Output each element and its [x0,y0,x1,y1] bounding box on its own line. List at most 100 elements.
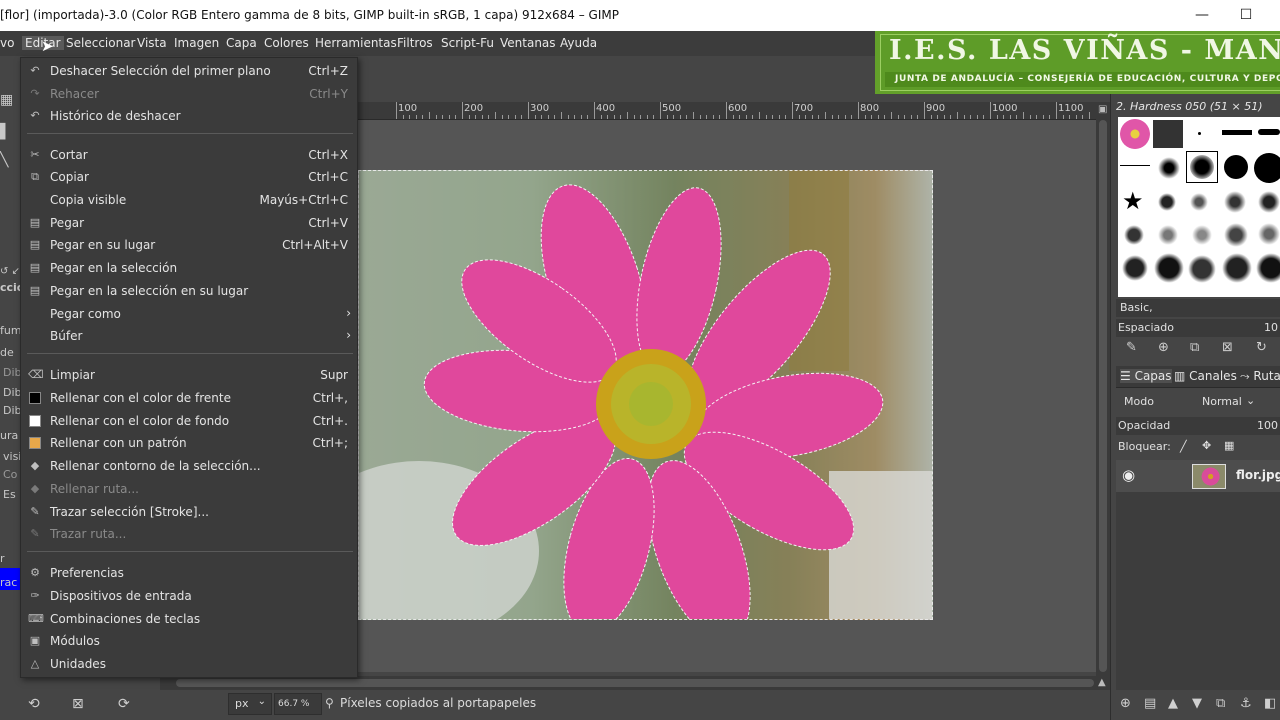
navigate-arrow-icon[interactable]: ▲ [1098,677,1106,688]
opacity-slider[interactable]: Opacidad 100 [1116,417,1280,435]
brush-hard-large[interactable] [1254,153,1280,183]
horizontal-scrollbar[interactable] [160,676,1096,690]
brush-block-round[interactable] [1258,129,1280,135]
duplicate-layer-icon[interactable]: ⧉ [1216,696,1225,711]
maximize-icon[interactable]: ☐ [1234,4,1258,26]
tool-icon[interactable]: ▌ [0,124,11,140]
brush-texture-round[interactable] [1188,255,1216,283]
vertical-scroll-thumb[interactable] [1099,120,1107,672]
brush-preset-field[interactable]: Basic, [1116,299,1280,317]
raise-layer-icon[interactable]: ▲ [1168,696,1178,711]
menu-filtros[interactable]: Filtros [397,36,433,50]
brush-chalk[interactable] [1224,223,1248,247]
menu-item-paste-into-selection-in-place[interactable]: ▤ Pegar en la selección en su lugar [21,280,357,302]
menu-item-paste[interactable]: ▤ Pegar Ctrl+V [21,212,357,234]
menu-capa[interactable]: Capa [226,36,257,50]
menu-item-fill-bg[interactable]: Rellenar con el color de fondo Ctrl+. [21,410,357,432]
tab-rutas[interactable]: ⤳ Rutas [1240,369,1280,384]
menu-vista[interactable]: Vista [137,36,167,50]
menu-item-buffer[interactable]: Búfer › [21,325,357,347]
menu-item-undo[interactable]: ↶ Deshacer Selección del primer plano Ctrl… [21,60,357,82]
brush-chalk[interactable] [1258,223,1280,245]
lock-alpha-icon[interactable]: ▦ [1224,439,1234,452]
menu-item-paste-into-selection[interactable]: ▤ Pegar en la selección [21,257,357,279]
menu-ventanas[interactable]: Ventanas [500,36,556,50]
brush-splatter[interactable] [1224,191,1246,213]
brush-chalk[interactable] [1124,225,1144,245]
new-brush-icon[interactable]: ⊕ [1158,340,1169,355]
menu-item-paste-in-place[interactable]: ▤ Pegar en su lugar Ctrl+Alt+V [21,234,357,256]
menu-item-input-devices[interactable]: ✑ Dispositivos de entrada [21,585,357,607]
duplicate-brush-icon[interactable]: ⧉ [1190,340,1199,355]
brush-hard[interactable] [1224,155,1248,179]
new-layer-icon[interactable]: ⊕ [1120,696,1131,711]
menu-archivo[interactable]: vo [0,36,14,50]
tab-capas[interactable]: ☰ Capas [1120,369,1172,383]
brush-splatter[interactable] [1158,193,1176,211]
mode-select[interactable]: Normal [1202,395,1242,408]
menu-item-preferences[interactable]: ⚙ Preferencias [21,562,357,584]
tool-options-tab[interactable]: ↺ ↙ [0,266,20,277]
menu-item-stroke-path[interactable]: ✎ Trazar ruta... [21,523,357,545]
horizontal-scroll-thumb[interactable] [176,679,1094,687]
lower-layer-icon[interactable]: ▼ [1192,696,1202,711]
brush-splatter[interactable] [1190,193,1208,211]
lock-position-icon[interactable]: ✥ [1202,439,1211,452]
brush-pixel[interactable] [1198,132,1201,135]
mask-icon[interactable]: ◧ [1264,696,1276,711]
brush-texture-round[interactable] [1222,253,1252,283]
menu-item-fill-fg[interactable]: Rellenar con el color de frente Ctrl+, [21,387,357,409]
refresh-brushes-icon[interactable]: ↻ [1256,340,1267,355]
menu-item-fill-path[interactable]: ◆ Rellenar ruta... [21,478,357,500]
menu-script-fu[interactable]: Script-Fu [441,36,494,50]
new-layer-group-icon[interactable]: ▤ [1144,696,1156,711]
reset-icon[interactable]: ⟲ [28,696,40,712]
menu-item-copy[interactable]: ⧉ Copiar Ctrl+C [21,166,357,188]
zoom-select[interactable]: 66.7 % [274,693,322,715]
layer-row[interactable]: ◉ flor.jpg [1116,460,1280,492]
brush-splatter[interactable] [1258,191,1280,213]
menu-item-fill-pattern[interactable]: Rellenar con un patrón Ctrl+; [21,432,357,454]
tool-icon[interactable]: ╲ [0,152,8,168]
eye-icon[interactable]: ◉ [1122,466,1135,484]
tab-canales[interactable]: ▥ Canales [1174,369,1237,383]
brush-grid[interactable]: ★ [1118,117,1280,297]
menu-item-keyboard-shortcuts[interactable]: ⌨ Combinaciones de teclas [21,608,357,630]
anchor-layer-icon[interactable]: ⚓ [1240,696,1252,711]
brush-pepper[interactable] [1120,119,1150,149]
menu-item-stroke-selection[interactable]: ✎ Trazar selección [Stroke]... [21,501,357,523]
menu-ayuda[interactable]: Ayuda [560,36,597,50]
minimize-icon[interactable]: — [1190,4,1214,26]
tool-icon[interactable]: ▦ [0,92,13,108]
navigate-icon[interactable]: ▣ [1098,104,1107,115]
horizontal-ruler[interactable]: 100 200 300 400 500 600 700 800 900 1000… [358,102,1097,120]
spacing-slider[interactable]: Espaciado 10 [1116,319,1280,337]
menu-item-redo[interactable]: ↷ Rehacer Ctrl+Y [21,83,357,105]
lock-pixels-icon[interactable]: ╱ [1180,440,1187,453]
menu-item-units[interactable]: △ Unidades [21,653,357,675]
flower-image[interactable] [358,170,933,620]
brush-soft[interactable] [1158,157,1180,179]
menu-item-paste-as[interactable]: Pegar como › [21,303,357,325]
menu-item-undo-history[interactable]: ↶ Histórico de deshacer [21,105,357,127]
brush-hardness-050[interactable] [1190,155,1214,179]
edit-brush-icon[interactable]: ✎ [1126,340,1137,355]
unit-select[interactable]: px ⌄ [228,693,272,715]
brush-chalk[interactable] [1158,225,1178,245]
brush-texture-round[interactable] [1154,253,1184,283]
brush-chalk[interactable] [1192,225,1212,245]
brush-block[interactable] [1222,130,1252,135]
brush-star[interactable]: ★ [1122,187,1144,215]
menu-item-fill-selection-outline[interactable]: ◆ Rellenar contorno de la selección... [21,455,357,477]
menu-item-clear[interactable]: ⌫ Limpiar Supr [21,364,357,386]
delete-brush-icon[interactable]: ⊠ [1222,340,1233,355]
brush-texture-round[interactable] [1122,255,1148,281]
menu-item-cut[interactable]: ✂ Cortar Ctrl+X [21,144,357,166]
brush-texture[interactable] [1153,120,1183,148]
menu-item-modules[interactable]: ▣ Módulos [21,630,357,652]
menu-item-copy-visible[interactable]: Copia visible Mayús+Ctrl+C [21,189,357,211]
delete-icon[interactable]: ⊠ [72,696,84,712]
menu-herramientas[interactable]: Herramientas [315,36,397,50]
brush-line[interactable] [1120,165,1150,166]
brush-texture-round[interactable] [1256,253,1280,283]
